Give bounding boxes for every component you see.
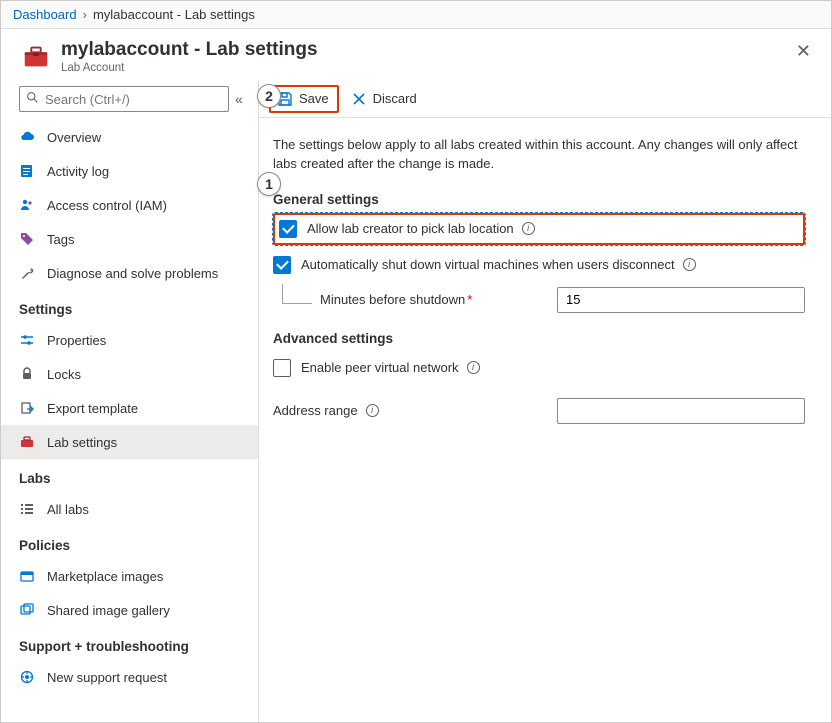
sidebar-item-label: Locks (47, 367, 81, 382)
nav-heading-labs: Labs (1, 459, 258, 492)
blade: mylabaccount - Lab settings Lab Account … (1, 29, 831, 722)
cloud-icon (19, 129, 35, 145)
search-box[interactable] (19, 86, 229, 112)
sidebar-item-label: New support request (47, 670, 167, 685)
toolbox-icon (21, 41, 51, 71)
blade-header: mylabaccount - Lab settings Lab Account … (1, 29, 831, 80)
minutes-label: Minutes before shutdown* (320, 292, 472, 307)
search-icon (26, 91, 39, 107)
breadcrumb-root[interactable]: Dashboard (13, 7, 77, 22)
discard-button-label: Discard (373, 91, 417, 106)
nav-locks[interactable]: Locks (1, 357, 258, 391)
sidebar-item-label: Tags (47, 232, 74, 247)
info-icon[interactable] (467, 361, 480, 374)
breadcrumb-current: mylabaccount - Lab settings (93, 7, 255, 22)
annotation-callout-1: 1 (257, 172, 281, 196)
close-icon[interactable]: ✕ (790, 39, 817, 64)
collapse-sidebar-icon[interactable]: « (235, 91, 243, 107)
nav-marketplace-images[interactable]: Marketplace images (1, 559, 258, 593)
breadcrumb: Dashboard › mylabaccount - Lab settings (1, 1, 831, 29)
lock-icon (19, 366, 35, 382)
sidebar: « Overview Activity log Access control (… (1, 80, 259, 722)
address-range-input[interactable] (557, 398, 805, 424)
annotation-callout-2: 2 (257, 84, 281, 108)
sidebar-item-label: Access control (IAM) (47, 198, 167, 213)
discard-button[interactable]: Discard (343, 85, 425, 113)
advanced-settings-heading: Advanced settings (273, 331, 805, 346)
toolbar: Save Discard (259, 80, 831, 118)
nav-export-template[interactable]: Export template (1, 391, 258, 425)
toolbox-small-icon (19, 434, 35, 450)
nav-access-control[interactable]: Access control (IAM) (1, 188, 258, 222)
peer-vnet-row: Enable peer virtual network (273, 352, 805, 384)
nav-heading-support: Support + troubleshooting (1, 627, 258, 660)
list-icon (19, 501, 35, 517)
save-button-label: Save (299, 91, 329, 106)
allow-pick-location-checkbox[interactable] (279, 220, 297, 238)
info-icon[interactable] (683, 258, 696, 271)
support-icon (19, 669, 35, 685)
sidebar-item-label: Overview (47, 130, 101, 145)
info-icon[interactable] (366, 404, 379, 417)
people-icon (19, 197, 35, 213)
sidebar-item-label: Shared image gallery (47, 603, 170, 618)
nav-properties[interactable]: Properties (1, 323, 258, 357)
general-settings-heading: General settings (273, 192, 805, 207)
page-title: mylabaccount - Lab settings (61, 39, 318, 61)
nav-all-labs[interactable]: All labs (1, 492, 258, 526)
nav-new-support-request[interactable]: New support request (1, 660, 258, 694)
sidebar-item-label: Diagnose and solve problems (47, 266, 218, 281)
address-range-label: Address range (273, 403, 358, 418)
content: The settings below apply to all labs cre… (259, 118, 831, 442)
sidebar-item-label: Properties (47, 333, 106, 348)
minutes-row: Minutes before shutdown* (273, 287, 805, 313)
sidebar-item-label: All labs (47, 502, 89, 517)
sidebar-item-label: Activity log (47, 164, 109, 179)
sidebar-item-label: Lab settings (47, 435, 117, 450)
tag-icon (19, 231, 35, 247)
auto-shutdown-label: Automatically shut down virtual machines… (301, 257, 675, 272)
sliders-icon (19, 332, 35, 348)
peer-vnet-label: Enable peer virtual network (301, 360, 459, 375)
info-icon[interactable] (522, 222, 535, 235)
nav-activity-log[interactable]: Activity log (1, 154, 258, 188)
nav-heading-settings: Settings (1, 290, 258, 323)
chevron-right-icon: › (83, 7, 87, 22)
export-icon (19, 400, 35, 416)
blade-body: « Overview Activity log Access control (… (1, 80, 831, 722)
search-row: « (1, 86, 258, 120)
page-subtitle: Lab Account (61, 62, 318, 74)
marketplace-icon (19, 568, 35, 584)
allow-pick-location-row: Allow lab creator to pick lab location (273, 213, 805, 245)
settings-description: The settings below apply to all labs cre… (273, 136, 805, 174)
nav-overview[interactable]: Overview (1, 120, 258, 154)
nav-tags[interactable]: Tags (1, 222, 258, 256)
nav-diagnose[interactable]: Diagnose and solve problems (1, 256, 258, 290)
main: 2 1 Save Discard The settings below appl… (259, 80, 831, 722)
allow-pick-location-label: Allow lab creator to pick lab location (307, 221, 514, 236)
blade-title-group: mylabaccount - Lab settings Lab Account (61, 39, 318, 74)
auto-shutdown-row: Automatically shut down virtual machines… (273, 249, 805, 281)
log-icon (19, 163, 35, 179)
sidebar-item-label: Export template (47, 401, 138, 416)
sidebar-item-label: Marketplace images (47, 569, 163, 584)
auto-shutdown-checkbox[interactable] (273, 256, 291, 274)
indent-connector (282, 284, 312, 304)
search-input[interactable] (45, 92, 222, 107)
gallery-icon (19, 602, 35, 618)
peer-vnet-checkbox[interactable] (273, 359, 291, 377)
discard-icon (351, 91, 367, 107)
nav-lab-settings[interactable]: Lab settings (1, 425, 258, 459)
nav-shared-image-gallery[interactable]: Shared image gallery (1, 593, 258, 627)
wrench-icon (19, 265, 35, 281)
address-range-row: Address range (273, 398, 805, 424)
nav-heading-policies: Policies (1, 526, 258, 559)
minutes-input[interactable] (557, 287, 805, 313)
